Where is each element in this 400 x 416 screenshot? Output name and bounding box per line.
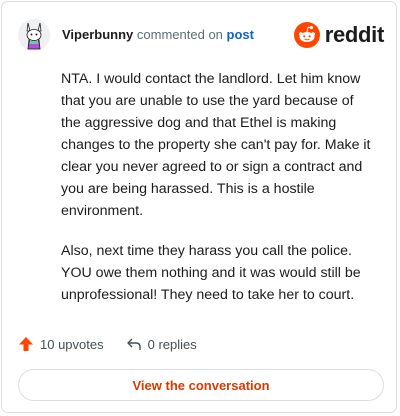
- comment-embed-card: Viperbunny commented on post reddit NTA.…: [1, 1, 397, 413]
- upvotes-button[interactable]: 10 upvotes: [18, 336, 104, 352]
- replies-count: 0 replies: [147, 336, 197, 352]
- post-link[interactable]: post: [227, 27, 254, 42]
- reddit-logo-icon: [293, 22, 320, 48]
- username-link[interactable]: Viperbunny: [62, 27, 133, 42]
- reply-arrow-icon: [126, 338, 141, 350]
- replies-button[interactable]: 0 replies: [126, 336, 197, 352]
- view-conversation-button[interactable]: View the conversation: [18, 369, 384, 401]
- comment-paragraph: NTA. I would contact the landlord. Let h…: [61, 71, 371, 219]
- comment-body: NTA. I would contact the landlord. Let h…: [61, 68, 377, 324]
- user-avatar[interactable]: [18, 19, 50, 51]
- comment-header: Viperbunny commented on post reddit: [18, 17, 384, 53]
- reddit-brand[interactable]: reddit: [293, 19, 385, 51]
- comment-meta: Viperbunny commented on post: [62, 27, 254, 42]
- comment-actions: 10 upvotes 0 replies: [18, 333, 219, 355]
- upvotes-count: 10 upvotes: [40, 336, 104, 352]
- upvote-arrow-icon: [19, 337, 33, 351]
- comment-paragraph: Also, next time they harass you call the…: [61, 243, 361, 303]
- snoo-avatar-icon: [18, 19, 50, 51]
- commented-on-text: commented on: [136, 27, 223, 42]
- reddit-wordmark: reddit: [324, 22, 385, 47]
